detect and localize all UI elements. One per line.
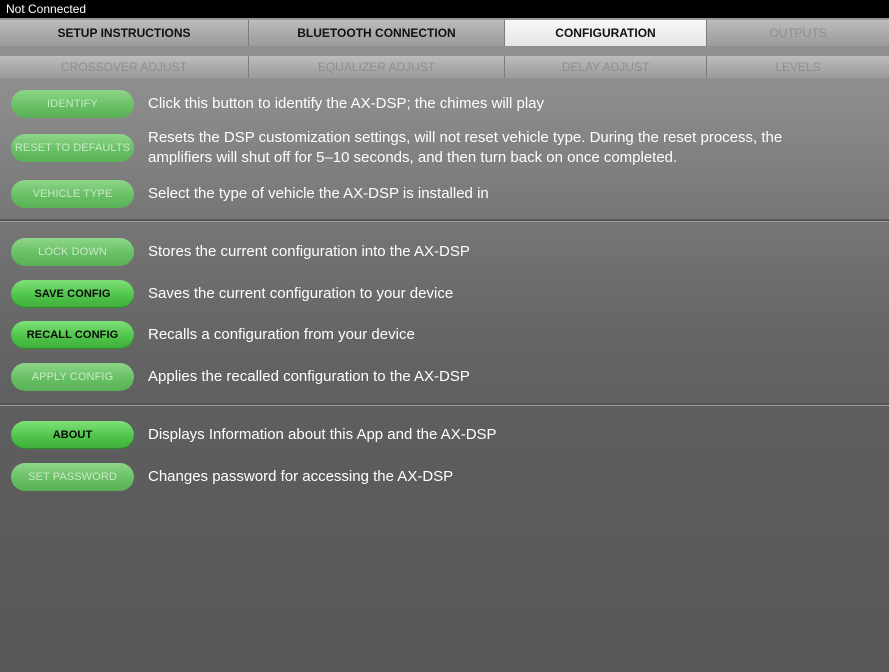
- tab-outputs[interactable]: OUTPUTS: [707, 20, 889, 46]
- save-config-button[interactable]: SAVE CONFIG: [11, 280, 134, 308]
- apply-config-description: Applies the recalled configuration to th…: [148, 368, 470, 385]
- tab-configuration[interactable]: CONFIGURATION: [505, 20, 707, 46]
- lock-down-button[interactable]: LOCK DOWN: [11, 238, 134, 266]
- about-description: Displays Information about this App and …: [148, 426, 497, 443]
- apply-config-button[interactable]: APPLY CONFIG: [11, 363, 134, 391]
- tab-levels[interactable]: LEVELS: [707, 56, 889, 78]
- section-divider: [0, 219, 889, 222]
- tab-separator: [0, 46, 889, 56]
- identify-button[interactable]: IDENTIFY: [11, 90, 134, 118]
- recall-config-button[interactable]: RECALL CONFIG: [11, 321, 134, 349]
- tab-bluetooth-connection[interactable]: BLUETOOTH CONNECTION: [249, 20, 505, 46]
- reset-description-line2: amplifiers will shut off for 5–10 second…: [148, 149, 678, 166]
- tab-setup-instructions[interactable]: SETUP INSTRUCTIONS: [0, 20, 249, 46]
- reset-to-defaults-button[interactable]: RESET TO DEFAULTS: [11, 134, 134, 162]
- section-divider: [0, 403, 889, 406]
- tab-bar-secondary: CROSSOVER ADJUST EQUALIZER ADJUST DELAY …: [0, 56, 889, 78]
- tab-bar-primary: SETUP INSTRUCTIONS BLUETOOTH CONNECTION …: [0, 20, 889, 46]
- identify-description: Click this button to identify the AX-DSP…: [148, 95, 545, 112]
- tab-equalizer-adjust[interactable]: EQUALIZER ADJUST: [249, 56, 505, 78]
- recall-config-description: Recalls a configuration from your device: [148, 326, 415, 343]
- tab-crossover-adjust[interactable]: CROSSOVER ADJUST: [0, 56, 249, 78]
- vehicle-type-button[interactable]: VEHICLE TYPE: [11, 180, 134, 208]
- connection-status: Not Connected: [0, 0, 889, 18]
- reset-description-line1: Resets the DSP customization settings, w…: [148, 129, 783, 146]
- vehicle-type-description: Select the type of vehicle the AX-DSP is…: [148, 185, 489, 202]
- about-button[interactable]: ABOUT: [11, 421, 134, 449]
- set-password-button[interactable]: SET PASSWORD: [11, 463, 134, 491]
- set-password-description: Changes password for accessing the AX-DS…: [148, 468, 454, 485]
- save-config-description: Saves the current configuration to your …: [148, 285, 454, 302]
- tab-delay-adjust[interactable]: DELAY ADJUST: [505, 56, 707, 78]
- lock-down-description: Stores the current configuration into th…: [148, 243, 470, 260]
